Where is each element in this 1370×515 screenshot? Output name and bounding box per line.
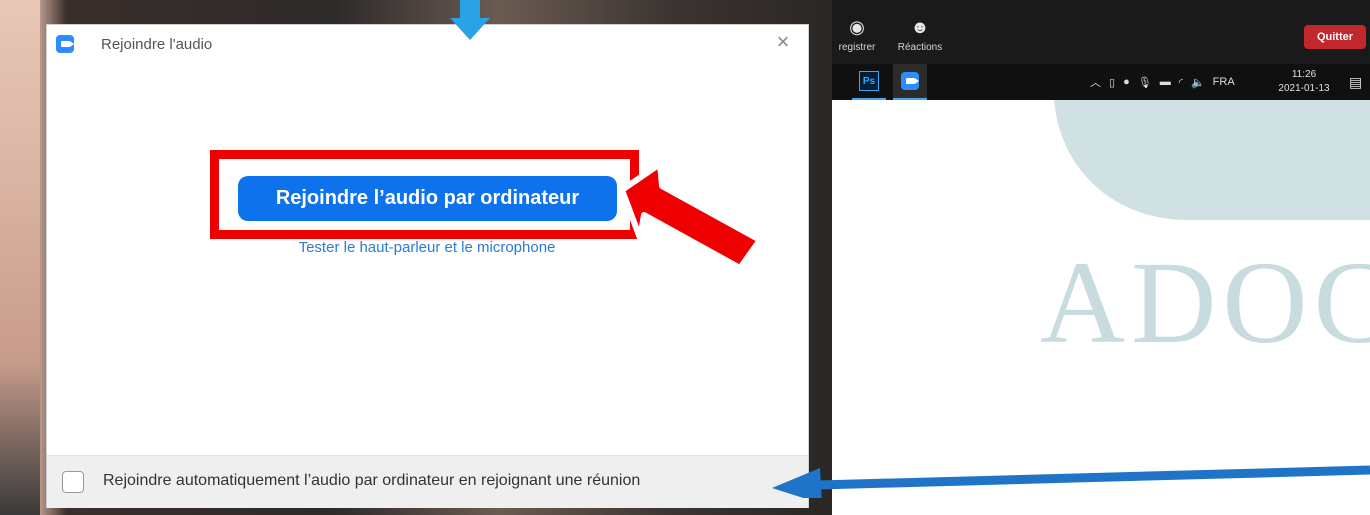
blue-arrow-annotation xyxy=(772,465,1370,498)
reactions-button[interactable]: ☻ Réactions xyxy=(890,0,950,64)
device-icon[interactable]: ▯ xyxy=(1109,76,1115,89)
auto-join-label[interactable]: Rejoindre automatiquement l’audio par or… xyxy=(103,472,640,490)
logo-text: ADOC xyxy=(1040,237,1370,368)
close-icon[interactable]: × xyxy=(772,31,794,53)
record-label: registrer xyxy=(838,42,876,53)
photoshop-icon: Ps xyxy=(859,71,879,91)
notification-icon[interactable]: ▤ xyxy=(1349,74,1362,91)
taskbar-zoom[interactable] xyxy=(893,64,927,100)
quit-button[interactable]: Quitter xyxy=(1304,25,1366,49)
top-arrow-annotation xyxy=(450,0,490,40)
dialog-title: Rejoindre l'audio xyxy=(101,36,213,53)
auto-join-checkbox[interactable] xyxy=(62,471,84,493)
microphone-icon[interactable]: 🎙 xyxy=(1138,76,1152,89)
red-arrow-annotation xyxy=(620,161,763,271)
language-indicator[interactable]: FRA xyxy=(1213,76,1235,88)
dialog-footer: Rejoindre automatiquement l’audio par or… xyxy=(47,455,808,508)
record-button[interactable]: ◉ registrer xyxy=(832,0,882,64)
test-speaker-mic-link[interactable]: Tester le haut-parleur et le microphone xyxy=(277,239,577,256)
taskbar-clock[interactable]: 11:26 2021-01-13 xyxy=(1274,68,1334,96)
reactions-label: Réactions xyxy=(897,42,943,53)
camera-off-icon[interactable]: ● xyxy=(1123,76,1130,88)
chevron-up-icon[interactable]: ︿ xyxy=(1090,74,1101,90)
taskbar-photoshop[interactable]: Ps xyxy=(852,64,886,100)
zoom-app-icon xyxy=(901,72,919,90)
wifi-icon[interactable]: ◜ xyxy=(1179,76,1183,89)
clock-date: 2021-01-13 xyxy=(1278,83,1330,94)
zoom-logo-icon xyxy=(56,35,74,53)
volume-icon[interactable]: 🔈 xyxy=(1191,76,1205,89)
clock-time: 11:26 xyxy=(1291,69,1317,80)
battery-icon[interactable]: ▬ xyxy=(1160,76,1171,88)
record-icon: ◉ xyxy=(849,17,865,37)
system-tray: ︿ ▯ ● 🎙 ▬ ◜ 🔈 FRA xyxy=(1090,64,1243,100)
participant-face xyxy=(0,0,40,515)
logo-shape xyxy=(1027,100,1370,220)
highlight-box xyxy=(210,150,639,239)
smiley-plus-icon: ☻ xyxy=(910,17,930,37)
